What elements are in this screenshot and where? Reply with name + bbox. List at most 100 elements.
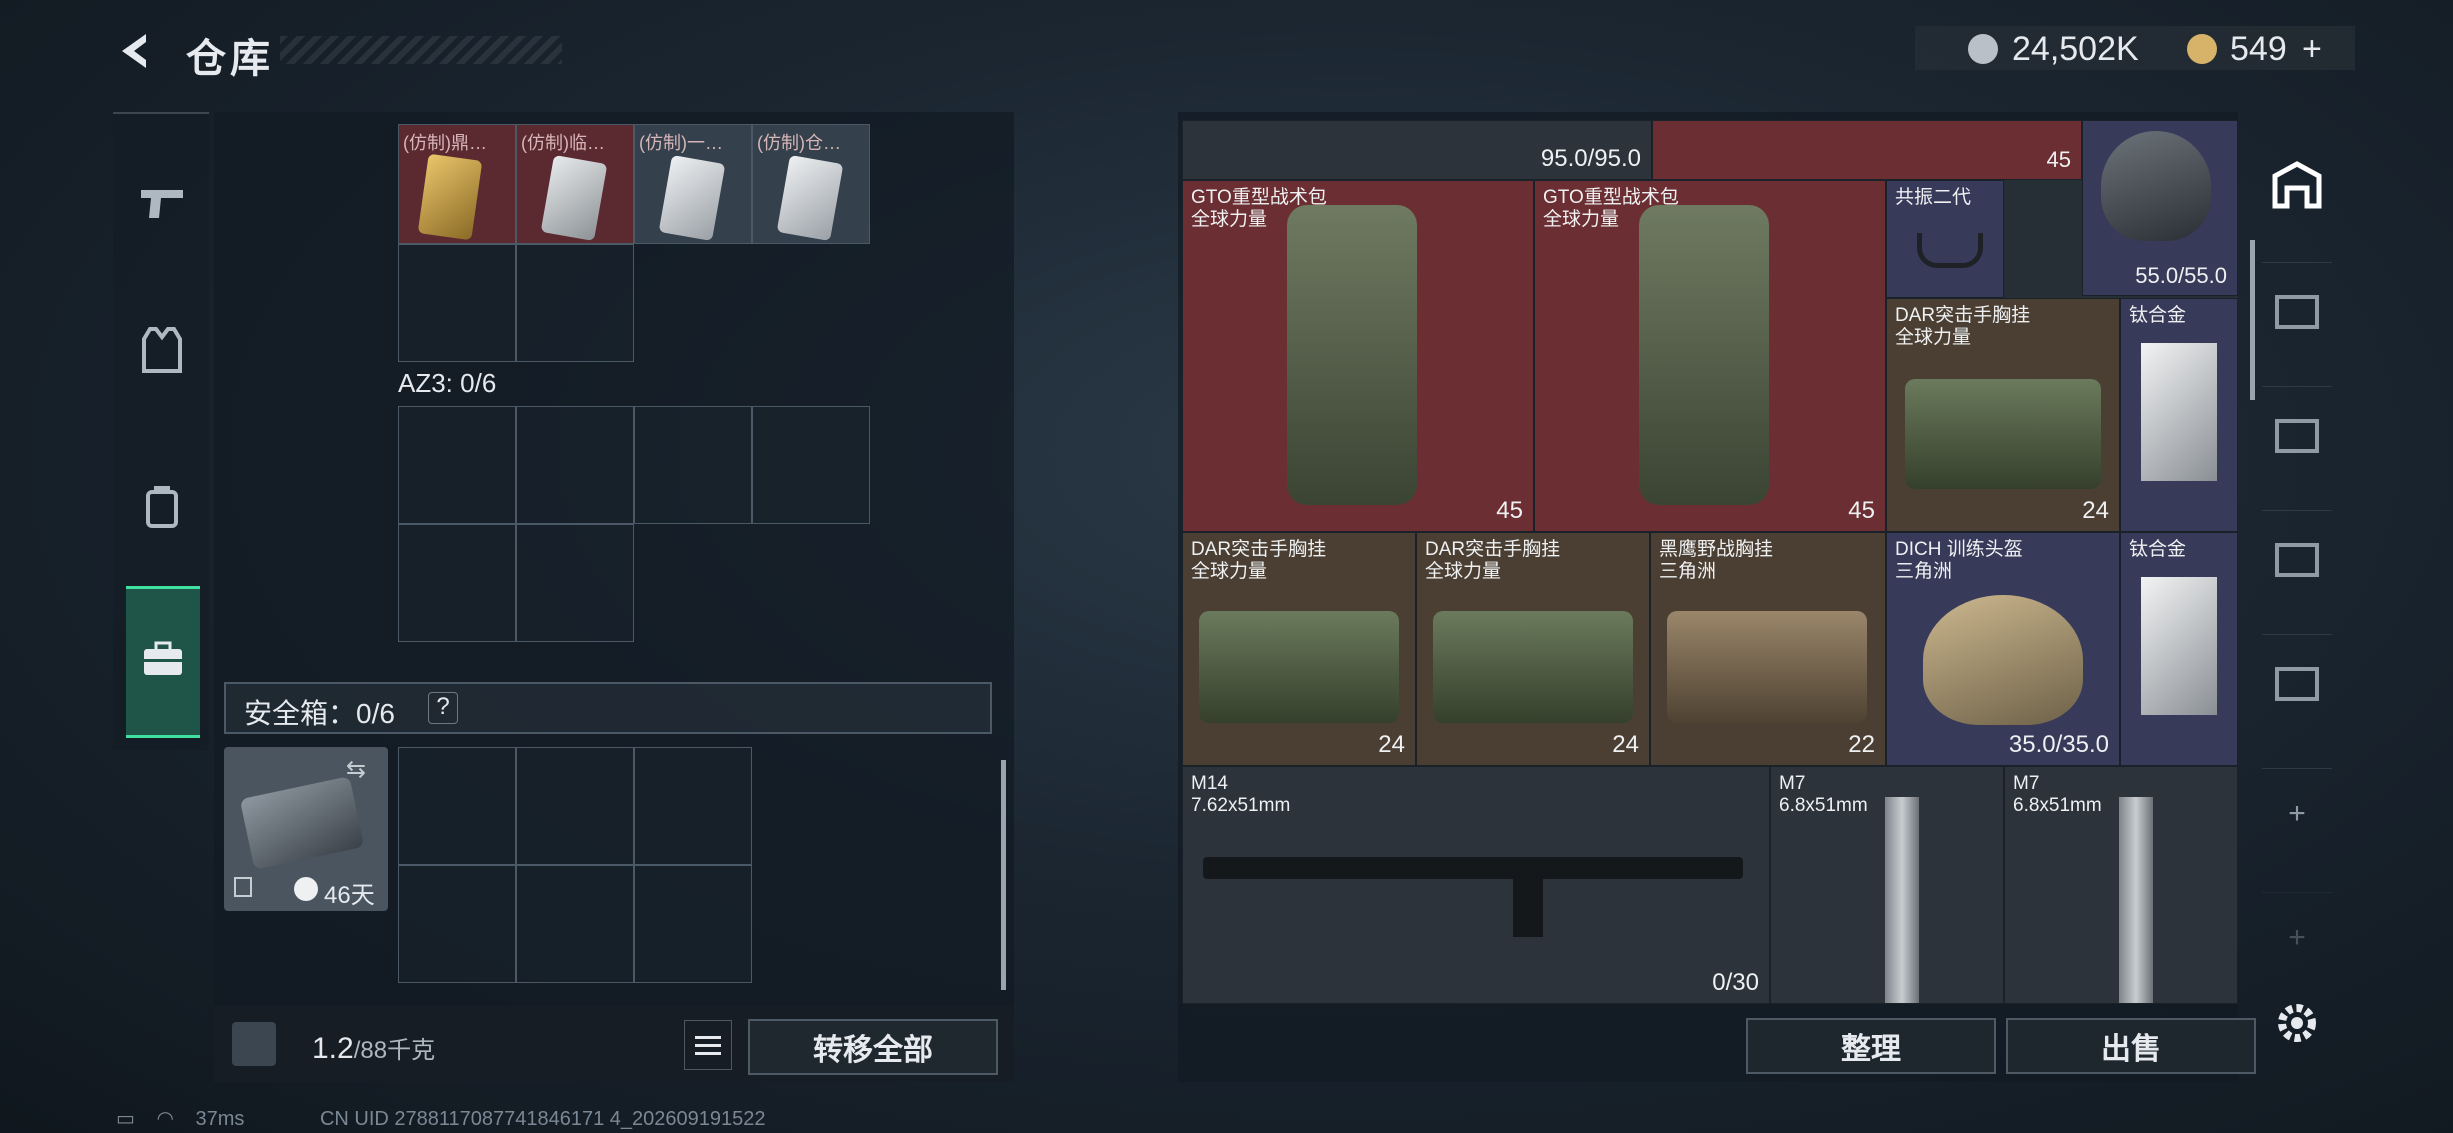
warehouse-item[interactable]: 钛合金 <box>2120 298 2238 532</box>
inventory-slot[interactable] <box>398 244 516 362</box>
item-name: DAR突击手胸挂 全球力量 <box>1191 539 1327 582</box>
organize-button[interactable]: 整理 <box>1746 1018 1996 1074</box>
storage-icon[interactable] <box>2262 140 2332 230</box>
item-name: 黑鹰野战胸挂 三角洲 <box>1659 539 1774 582</box>
key-card-icon <box>540 154 608 242</box>
add-stash-button[interactable]: + <box>2262 768 2332 859</box>
item-name: DAR突击手胸挂 全球力量 <box>1425 539 1561 582</box>
back-icon[interactable] <box>112 26 162 76</box>
safe-case-icon <box>239 776 365 870</box>
stash-iv-icon[interactable] <box>2262 634 2332 725</box>
scrollbar[interactable] <box>1001 760 1006 990</box>
lock-icon <box>234 877 252 897</box>
safe-box-label: 安全箱：0/6 <box>244 698 395 729</box>
headset-image <box>1917 233 1983 268</box>
warehouse-item[interactable]: 黑鹰野战胸挂 三角洲 22 <box>1650 532 1886 766</box>
backpack-icon[interactable] <box>126 470 198 542</box>
backpack-image <box>1287 205 1417 505</box>
inventory-slot[interactable] <box>516 244 634 362</box>
briefcase-tab[interactable] <box>126 586 200 738</box>
az3-slot[interactable] <box>516 406 634 524</box>
item-name: 钛合金 <box>2129 539 2187 560</box>
az3-label: AZ3: 0/6 <box>398 368 497 398</box>
safe-slot[interactable] <box>634 865 752 983</box>
add-stash-button[interactable]: + <box>2262 892 2332 983</box>
rifle-image <box>2119 797 2153 1003</box>
help-icon[interactable]: ? <box>428 692 458 724</box>
az3-slot[interactable] <box>752 406 870 524</box>
az3-slot[interactable] <box>634 406 752 524</box>
warehouse-item[interactable]: GTO重型战术包 全球力量 45 <box>1534 180 1886 532</box>
item-name: 钛合金 <box>2129 305 2187 326</box>
clock-icon <box>294 877 318 901</box>
safe-slot[interactable] <box>516 865 634 983</box>
safe-days: 46天 <box>324 882 375 909</box>
item-name: M14 7.62x51mm <box>1191 773 1291 816</box>
scrollbar[interactable] <box>2250 240 2255 400</box>
item-value: 55.0/55.0 <box>2135 263 2227 288</box>
warehouse-item[interactable]: DAR突击手胸挂 全球力量 24 <box>1886 298 2120 532</box>
safe-slot[interactable] <box>398 865 516 983</box>
silver-coin-icon <box>1968 34 1998 64</box>
transfer-all-button[interactable]: 转移全部 <box>748 1019 998 1075</box>
rifle-image <box>1885 797 1919 1003</box>
warehouse-item[interactable]: 共振二代 <box>1886 180 2004 298</box>
item-value: 35.0/35.0 <box>2008 731 2109 758</box>
item-value: 24 <box>1378 731 1405 758</box>
helmet-image <box>2101 131 2211 241</box>
warehouse-item[interactable]: M7 6.8x51mm <box>2004 766 2238 1004</box>
item-name: M7 6.8x51mm <box>2013 773 2102 816</box>
safe-box-item[interactable]: ⇆ 46天 <box>224 747 388 911</box>
az3-slot[interactable] <box>516 524 634 642</box>
armor-plate-image <box>2141 343 2217 481</box>
inventory-slot[interactable]: (仿制)仓… <box>752 124 870 244</box>
vest-image <box>1433 611 1633 723</box>
item-value: 45 <box>2046 147 2071 172</box>
item-value: 24 <box>1612 731 1639 758</box>
item-value: 45 <box>1496 497 1523 524</box>
warehouse-item[interactable]: DAR突击手胸挂 全球力量 24 <box>1416 532 1650 766</box>
warehouse-item[interactable]: 钛合金 <box>2120 532 2238 766</box>
battery-icon: ▭ <box>116 1108 135 1130</box>
helmet-image <box>1923 595 2083 725</box>
backpack-image <box>1639 205 1769 505</box>
item-name: M7 6.8x51mm <box>1779 773 1868 816</box>
add-currency-button[interactable]: + <box>2302 30 2322 69</box>
warehouse-item[interactable]: 95.0/95.0 <box>1182 120 1652 180</box>
warehouse-item[interactable]: DAR突击手胸挂 全球力量 24 <box>1182 532 1416 766</box>
key-card-icon <box>776 154 844 242</box>
armor-vest-icon[interactable] <box>126 314 198 386</box>
warehouse-item[interactable]: DICH 训练头盔 三角洲 35.0/35.0 <box>1886 532 2120 766</box>
inventory-slot[interactable]: (仿制)临… <box>516 124 634 244</box>
az3-slot[interactable] <box>398 406 516 524</box>
warehouse-item[interactable]: GTO重型战术包 全球力量 45 <box>1182 180 1534 532</box>
sell-button[interactable]: 出售 <box>2006 1018 2256 1074</box>
safe-slot[interactable] <box>634 747 752 865</box>
stash-v-icon[interactable] <box>2262 510 2332 601</box>
warehouse-item[interactable]: 45 <box>1652 120 2082 180</box>
stash-iv-icon[interactable] <box>2262 386 2332 477</box>
item-label: (仿制)仓… <box>757 133 841 153</box>
inventory-slot[interactable]: (仿制)鼎… <box>398 124 516 244</box>
settings-icon[interactable] <box>2272 998 2322 1053</box>
armor-plate-image <box>2141 577 2217 715</box>
weight-value: 1.2/88千克 <box>312 1032 436 1065</box>
warehouse-item[interactable]: 55.0/55.0 <box>2082 120 2238 296</box>
list-view-button[interactable] <box>684 1020 732 1070</box>
vest-image <box>1199 611 1399 723</box>
item-name: DAR突击手胸挂 全球力量 <box>1895 305 2031 348</box>
safe-slot[interactable] <box>398 747 516 865</box>
rifle-magazine-image <box>1513 877 1543 937</box>
stash-iv-icon[interactable] <box>2262 262 2332 353</box>
key-card-icon <box>658 154 726 242</box>
warehouse-item[interactable]: M7 6.8x51mm <box>1770 766 2004 1004</box>
safe-slot[interactable] <box>516 747 634 865</box>
title-stripe <box>280 36 562 64</box>
inventory-slot[interactable]: (仿制)一… <box>634 124 752 244</box>
az3-slot[interactable] <box>398 524 516 642</box>
warehouse-item[interactable]: M14 7.62x51mm 0/30 <box>1182 766 1770 1004</box>
gold-amount: 549 <box>2230 30 2287 68</box>
pistol-icon[interactable] <box>126 166 198 238</box>
item-name: DICH 训练头盔 三角洲 <box>1895 539 2023 582</box>
swap-icon[interactable]: ⇆ <box>346 755 366 784</box>
